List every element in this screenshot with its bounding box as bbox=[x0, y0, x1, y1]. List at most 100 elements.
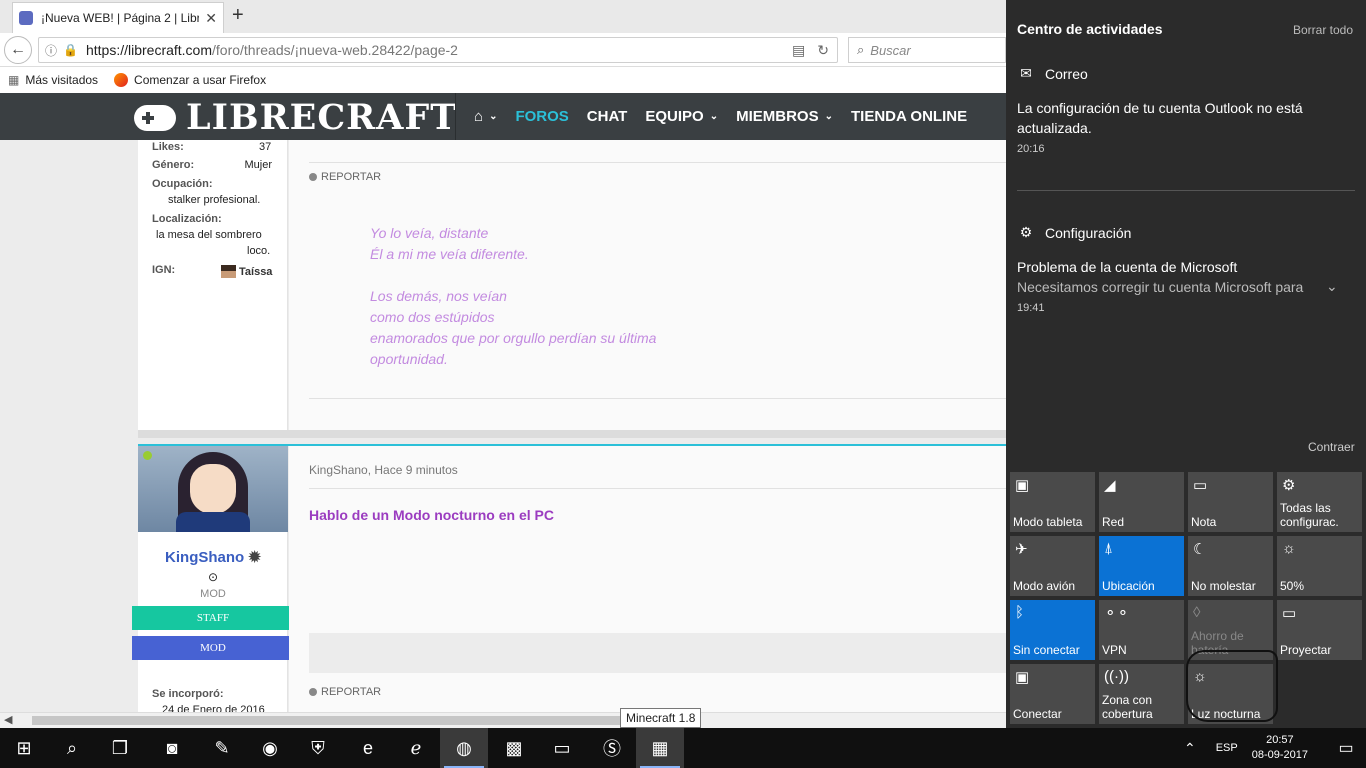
report-link[interactable]: REPORTAR bbox=[309, 171, 381, 183]
tile-quiet-hours[interactable]: ☾ No molestar bbox=[1188, 536, 1273, 596]
tab-title: ¡Nueva WEB! | Página 2 | Libr bbox=[41, 11, 200, 25]
action-center: Centro de actividades Borrar todo ✉ Corr… bbox=[1006, 0, 1366, 728]
camera-icon[interactable]: ◙ bbox=[148, 728, 196, 768]
network-icon: ◢ bbox=[1104, 477, 1116, 494]
firefox-taskbar-icon[interactable]: ◍ bbox=[440, 728, 488, 768]
likes-label: Likes: bbox=[152, 141, 184, 153]
horizontal-scrollbar[interactable]: ◀ bbox=[0, 712, 1006, 728]
skype-icon[interactable]: Ⓢ bbox=[588, 728, 636, 768]
search-icon[interactable]: ⌕ bbox=[48, 728, 96, 768]
mail-notification-time: 20:16 bbox=[1017, 143, 1045, 155]
nav-miembros[interactable]: MIEMBROS ⌄ bbox=[736, 108, 833, 125]
localizacion-label: Localización: bbox=[152, 213, 222, 225]
minecraft-icon[interactable]: ▩ bbox=[490, 728, 538, 768]
report-link[interactable]: REPORTAR bbox=[309, 686, 381, 698]
lock-icon: 🔒 bbox=[63, 43, 78, 57]
tile-bluetooth[interactable]: ᛒ Sin conectar bbox=[1010, 600, 1095, 660]
avatar[interactable] bbox=[138, 446, 288, 532]
eclipse-icon[interactable]: ◉ bbox=[246, 728, 294, 768]
info-icon[interactable]: ⓘ bbox=[45, 42, 57, 59]
tile-all-settings[interactable]: ⚙ Todas las configurac. bbox=[1277, 472, 1362, 532]
chevron-up-icon[interactable]: ⌃ bbox=[1184, 740, 1196, 757]
edge-icon[interactable]: e bbox=[344, 728, 392, 768]
url-bar[interactable]: ⓘ 🔒 https://librecraft.com/foro/threads/… bbox=[38, 37, 838, 63]
tile-connect[interactable]: ▣ Conectar bbox=[1010, 664, 1095, 724]
scrollbar-thumb[interactable] bbox=[32, 716, 672, 725]
mail-group-label: Correo bbox=[1045, 65, 1088, 82]
poem-line: oportunidad. bbox=[370, 351, 448, 367]
back-icon[interactable]: ← bbox=[4, 36, 32, 64]
verified-icon: ⊙ bbox=[207, 570, 219, 584]
search-input[interactable]: ⌕ Buscar bbox=[848, 37, 1006, 63]
search-placeholder: Buscar bbox=[870, 42, 911, 58]
nav-chat[interactable]: CHAT bbox=[587, 108, 628, 125]
scroll-left-icon[interactable]: ◀ bbox=[4, 713, 12, 726]
moon-icon: ☾ bbox=[1193, 541, 1207, 558]
mail-notification[interactable]: La configuración de tu cuenta Outlook no… bbox=[1017, 98, 1303, 138]
post-author-line[interactable]: KingShano, Hace 9 minutos bbox=[309, 463, 458, 477]
brightness-icon: ☼ bbox=[1282, 540, 1296, 557]
nav-home[interactable]: ⌂ ⌄ bbox=[474, 108, 497, 125]
tile-network[interactable]: ◢ Red bbox=[1099, 472, 1184, 532]
site-logo[interactable]: LIBRECRAFT bbox=[134, 97, 457, 138]
browser-tab[interactable]: ¡Nueva WEB! | Página 2 | Libr ✕ bbox=[12, 2, 224, 33]
home-icon: ⌂ bbox=[474, 108, 484, 125]
mail-group-header: ✉ Correo bbox=[1017, 65, 1088, 82]
divider bbox=[309, 488, 1006, 489]
new-tab-icon[interactable]: + bbox=[232, 4, 244, 27]
minecraft-head-icon bbox=[221, 265, 236, 278]
vpn-icon: ⚬⚬ bbox=[1104, 605, 1130, 622]
input-language[interactable]: ESP bbox=[1216, 742, 1238, 754]
tile-project[interactable]: ▭ Proyectar bbox=[1277, 600, 1362, 660]
mail-notification-line: actualizada. bbox=[1017, 120, 1092, 136]
start-icon[interactable]: ⊞ bbox=[0, 728, 48, 768]
close-tab-icon[interactable]: ✕ bbox=[205, 10, 217, 27]
bookmark-folder-icon: ▦ bbox=[8, 73, 20, 87]
internet-explorer-icon[interactable]: ℯ bbox=[392, 728, 440, 768]
tile-mobile-hotspot[interactable]: ((·)) Zona con cobertura bbox=[1099, 664, 1184, 724]
poem-line: Él a mi me veía diferente. bbox=[370, 246, 529, 262]
username[interactable]: KingShano ✹ bbox=[138, 548, 288, 566]
nav-foros[interactable]: FOROS bbox=[515, 108, 568, 125]
tile-vpn[interactable]: ⚬⚬ VPN bbox=[1099, 600, 1184, 660]
clear-all-button[interactable]: Borrar todo bbox=[1293, 23, 1353, 37]
paint-icon[interactable]: ✎ bbox=[198, 728, 246, 768]
tile-airplane-mode[interactable]: ✈ Modo avión bbox=[1010, 536, 1095, 596]
chevron-down-icon[interactable]: ⌄ bbox=[1326, 278, 1338, 295]
tile-tablet-mode[interactable]: ▣ Modo tableta bbox=[1010, 472, 1095, 532]
taskbar: ⊞ ⌕ ❐ ◙ ✎ ◉ ⛨ e ℯ ◍ ▩ ▭ Ⓢ ▦ ⌃ ESP 20:57 … bbox=[0, 728, 1366, 768]
firefox-icon bbox=[114, 73, 129, 87]
gear-icon: ⚙ bbox=[1282, 477, 1296, 494]
defender-icon[interactable]: ⛨ bbox=[294, 728, 342, 768]
report-icon bbox=[309, 173, 317, 181]
ign-label: IGN: bbox=[152, 264, 176, 276]
bookmarks-bar: ▦ Más visitados Comenzar a usar Firefox bbox=[0, 67, 1006, 93]
notification-icon[interactable]: ▭ bbox=[1326, 728, 1366, 768]
clock[interactable]: 20:57 08-09-2017 bbox=[1252, 733, 1308, 763]
bookmark-most-visited[interactable]: Más visitados bbox=[25, 73, 98, 87]
minecraft-launcher-icon[interactable]: ▦ bbox=[636, 728, 684, 768]
task-view-icon[interactable]: ❐ bbox=[96, 728, 144, 768]
nav-equipo[interactable]: EQUIPO ⌄ bbox=[645, 108, 718, 125]
divider bbox=[309, 162, 1006, 163]
post1-user-info: Likes: 37 Género: Mujer Ocupación: stalker… bbox=[138, 140, 288, 430]
collapse-button[interactable]: Contraer bbox=[1308, 440, 1355, 454]
tile-brightness[interactable]: ☼ 50% bbox=[1277, 536, 1362, 596]
hand-drawn-circle-annotation bbox=[1186, 650, 1278, 722]
site-header: LIBRECRAFT ⌂ ⌄ FOROS CHAT EQUIPO ⌄ MIEMBRO… bbox=[0, 93, 1006, 140]
file-explorer-icon[interactable]: ▭ bbox=[538, 728, 586, 768]
logo-text: LIBRECRAFT bbox=[186, 97, 458, 138]
tile-location[interactable]: ⍋ Ubicación bbox=[1099, 536, 1184, 596]
favicon-icon bbox=[19, 11, 33, 25]
config-group-label: Configuración bbox=[1045, 224, 1132, 241]
bookmark-getting-started[interactable]: Comenzar a usar Firefox bbox=[134, 73, 266, 87]
divider bbox=[1017, 190, 1355, 191]
clock-time: 20:57 bbox=[1266, 734, 1294, 746]
tile-note[interactable]: ▭ Nota bbox=[1188, 472, 1273, 532]
reload-icon[interactable]: ↻ bbox=[817, 42, 829, 59]
nav-tienda[interactable]: TIENDA ONLINE bbox=[851, 108, 967, 125]
poem-line bbox=[370, 265, 656, 286]
reader-view-icon[interactable]: ▤ bbox=[792, 42, 805, 59]
tile-empty bbox=[1277, 664, 1362, 724]
config-notification[interactable]: Problema de la cuenta de Microsoft Neces… bbox=[1017, 257, 1303, 297]
